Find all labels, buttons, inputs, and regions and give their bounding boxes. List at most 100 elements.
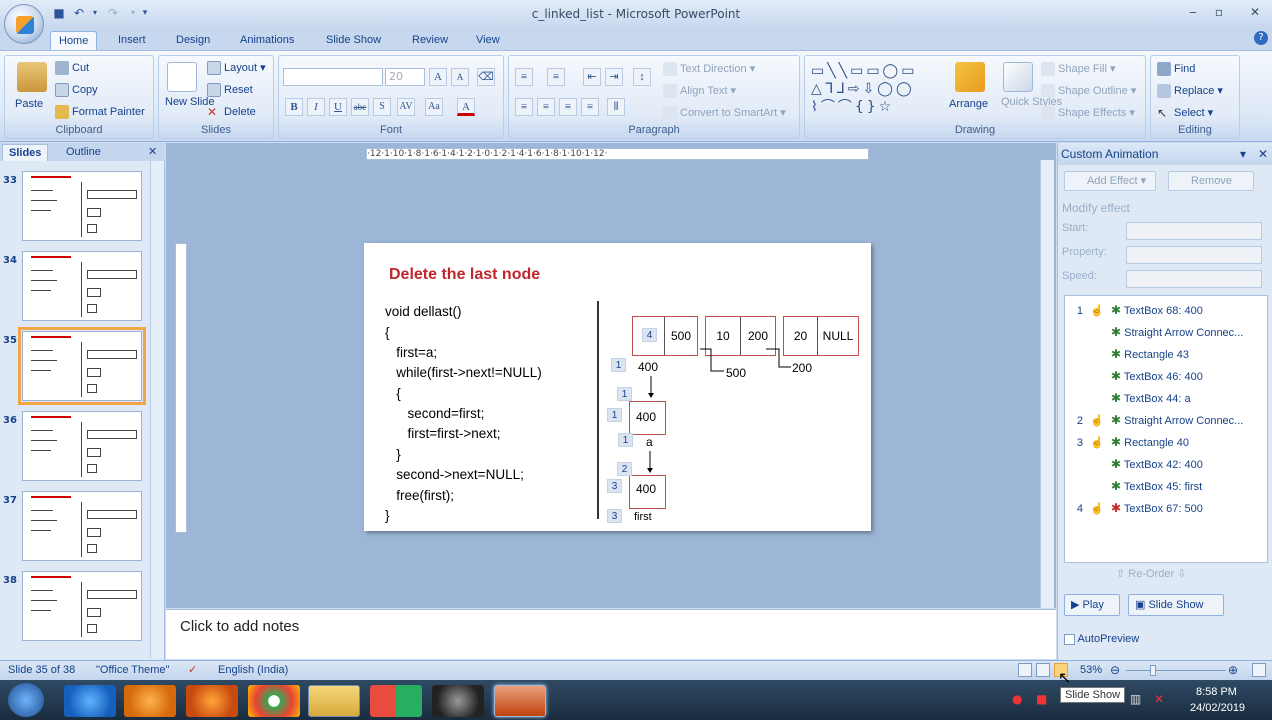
animation-badge[interactable]: 1 bbox=[607, 408, 622, 422]
media-player-icon[interactable] bbox=[124, 685, 176, 717]
animation-badge[interactable]: 1 bbox=[617, 387, 632, 401]
zoom-slider[interactable] bbox=[1126, 670, 1226, 671]
numbering-icon[interactable]: ≡ bbox=[547, 68, 565, 86]
align-text-button[interactable]: Align Text ▾ bbox=[663, 84, 736, 99]
slide-thumbnail[interactable] bbox=[22, 171, 142, 241]
close-panel-icon[interactable]: ✕ bbox=[148, 145, 157, 158]
bullets-icon[interactable]: ≡ bbox=[515, 68, 533, 86]
zoom-in-icon[interactable]: ⊕ bbox=[1228, 663, 1238, 677]
network-icon[interactable]: ▥ bbox=[1130, 692, 1141, 706]
ie-icon[interactable] bbox=[64, 685, 116, 717]
shape-fill-button[interactable]: Shape Fill ▾ bbox=[1041, 62, 1116, 77]
slide-thumbnail[interactable] bbox=[22, 251, 142, 321]
justify-icon[interactable]: ≡ bbox=[581, 98, 599, 116]
tab-review[interactable]: Review bbox=[404, 31, 456, 51]
notes-placeholder[interactable]: Click to add notes bbox=[180, 618, 299, 635]
animation-badge[interactable]: 3 bbox=[607, 479, 622, 493]
add-effect-button[interactable]: Add Effect ▾ bbox=[1064, 171, 1156, 191]
slide-thumbnail[interactable] bbox=[22, 411, 142, 481]
tab-slide-show[interactable]: Slide Show bbox=[318, 31, 389, 51]
new-slide-icon[interactable] bbox=[167, 62, 197, 92]
format-painter-button[interactable]: Format Painter bbox=[55, 105, 145, 119]
tray-icon[interactable]: ■ bbox=[1036, 692, 1047, 706]
animation-item[interactable]: ✱ TextBox 45: first bbox=[1065, 475, 1265, 497]
font-name-field[interactable] bbox=[283, 68, 383, 86]
slide-canvas[interactable]: Delete the last node void dellast() { fi… bbox=[364, 243, 871, 531]
increase-indent-icon[interactable]: ⇥ bbox=[605, 68, 623, 86]
start-button[interactable] bbox=[8, 683, 44, 717]
convert-smartart-button[interactable]: Convert to SmartArt ▾ bbox=[663, 106, 786, 121]
flag-icon[interactable]: ✕ bbox=[1154, 692, 1164, 706]
remove-button[interactable]: Remove bbox=[1168, 171, 1254, 191]
pane-menu-icon[interactable]: ▾ bbox=[1240, 143, 1246, 165]
char-spacing-button[interactable]: AV bbox=[397, 98, 415, 116]
animation-item[interactable]: ✱ Rectangle 43 bbox=[1065, 343, 1265, 365]
play-button[interactable]: ▶ Play bbox=[1064, 594, 1120, 616]
zoom-slider-thumb[interactable] bbox=[1150, 665, 1156, 676]
animation-item[interactable]: 4 ☝ ✱ TextBox 67: 500 bbox=[1065, 497, 1265, 519]
new-slide-button[interactable]: New Slide bbox=[165, 96, 215, 109]
animation-badge[interactable]: 1 bbox=[611, 358, 626, 372]
change-case-button[interactable]: Aa bbox=[425, 98, 443, 116]
paste-button[interactable]: Paste bbox=[15, 98, 43, 110]
quick-styles-button[interactable]: Quick Styles bbox=[1001, 96, 1062, 109]
columns-icon[interactable]: ⫴ bbox=[607, 98, 625, 116]
animation-item[interactable]: ✱ Straight Arrow Connec... bbox=[1065, 321, 1265, 343]
normal-view-icon[interactable] bbox=[1018, 663, 1032, 677]
bold-button[interactable]: B bbox=[285, 98, 303, 116]
tab-view[interactable]: View bbox=[468, 31, 508, 51]
tab-slides[interactable]: Slides bbox=[2, 144, 49, 161]
animation-item[interactable]: ✱ TextBox 42: 400 bbox=[1065, 453, 1265, 475]
shrink-font-button[interactable]: A bbox=[451, 68, 469, 86]
slide-thumbnail[interactable] bbox=[22, 491, 142, 561]
slide-show-button[interactable]: ▣ Slide Show bbox=[1128, 594, 1224, 616]
powerpoint-taskbar-icon[interactable] bbox=[494, 685, 546, 717]
find-button[interactable]: Find bbox=[1157, 62, 1195, 76]
maximize-button[interactable]: ▫ bbox=[1206, 4, 1232, 20]
animation-item[interactable]: 2 ☝ ✱ Straight Arrow Connec... bbox=[1065, 409, 1265, 431]
office-button[interactable] bbox=[4, 4, 44, 44]
underline-button[interactable]: U bbox=[329, 98, 347, 116]
arrange-icon[interactable] bbox=[955, 62, 985, 92]
animation-item[interactable]: 3 ☝ ✱ Rectangle 40 bbox=[1065, 431, 1265, 453]
property-select[interactable] bbox=[1126, 246, 1262, 264]
tab-insert[interactable]: Insert bbox=[110, 31, 154, 51]
layout-button[interactable]: Layout ▾ bbox=[207, 61, 266, 76]
notes-pane[interactable]: Click to add notes bbox=[166, 609, 1056, 659]
autopreview-checkbox[interactable]: AutoPreview bbox=[1064, 633, 1139, 645]
close-button[interactable]: ✕ bbox=[1242, 4, 1268, 20]
paste-icon[interactable] bbox=[17, 62, 47, 92]
start-select[interactable] bbox=[1126, 222, 1262, 240]
replace-button[interactable]: Replace ▾ bbox=[1157, 84, 1223, 99]
slide-thumbnail[interactable] bbox=[22, 571, 142, 641]
copy-button[interactable]: Copy bbox=[55, 83, 98, 97]
tab-home[interactable]: Home bbox=[50, 31, 98, 51]
zoom-level[interactable]: 53% bbox=[1080, 664, 1102, 676]
chrome-icon[interactable] bbox=[248, 685, 300, 717]
grow-font-button[interactable]: A bbox=[429, 68, 447, 86]
panel-scrollbar[interactable] bbox=[150, 161, 164, 658]
line-spacing-icon[interactable]: ↕ bbox=[633, 68, 651, 86]
shadow-button[interactable]: S bbox=[373, 98, 391, 116]
animation-item[interactable]: ✱ TextBox 46: 400 bbox=[1065, 365, 1265, 387]
tab-design[interactable]: Design bbox=[168, 31, 218, 51]
minimize-button[interactable]: ‒ bbox=[1180, 4, 1206, 20]
reset-button[interactable]: Reset bbox=[207, 83, 253, 97]
align-left-icon[interactable]: ≡ bbox=[515, 98, 533, 116]
slide-scrollbar[interactable] bbox=[1040, 160, 1054, 608]
help-icon[interactable]: ? bbox=[1254, 31, 1268, 45]
strikethrough-button[interactable]: abc bbox=[351, 98, 369, 116]
language[interactable]: English (India) bbox=[218, 664, 288, 676]
font-color-button[interactable]: A bbox=[457, 98, 475, 116]
sorter-view-icon[interactable] bbox=[1036, 663, 1050, 677]
animation-item[interactable]: 1 ☝ ✱ TextBox 68: 400 bbox=[1065, 299, 1265, 321]
decrease-indent-icon[interactable]: ⇤ bbox=[583, 68, 601, 86]
shape-effects-button[interactable]: Shape Effects ▾ bbox=[1041, 106, 1135, 121]
quick-styles-icon[interactable] bbox=[1003, 62, 1033, 92]
zoom-out-icon[interactable]: ⊖ bbox=[1110, 663, 1120, 677]
tab-animations[interactable]: Animations bbox=[232, 31, 302, 51]
spellcheck-icon[interactable]: ✓ bbox=[188, 663, 197, 676]
reorder-control[interactable]: ⇧ Re-Order ⇩ bbox=[1116, 567, 1186, 580]
animation-badge[interactable]: 4 bbox=[642, 328, 657, 342]
clear-formatting-icon[interactable]: ⌫ bbox=[477, 68, 495, 86]
